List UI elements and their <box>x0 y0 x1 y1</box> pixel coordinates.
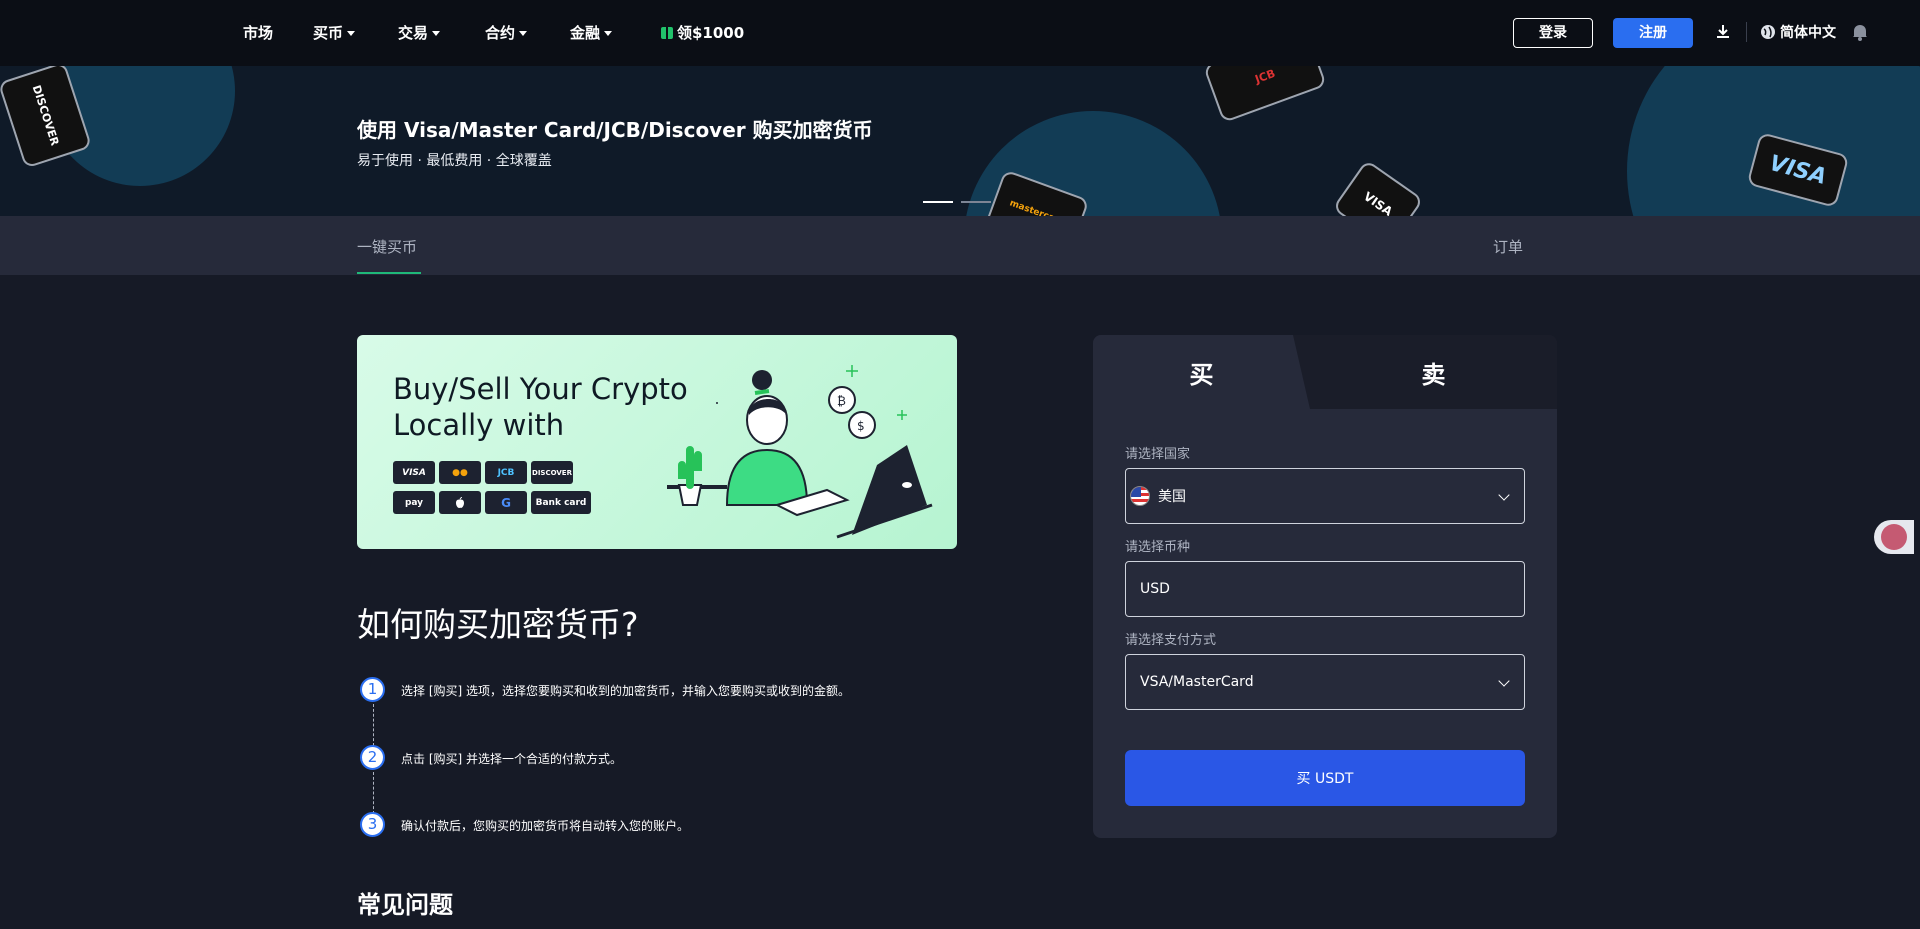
bank-card-logo: Bank card <box>531 491 591 514</box>
language-selector[interactable]: 简体中文 <box>1760 22 1836 42</box>
payment-method-select[interactable]: VSA/MasterCard <box>1125 654 1525 710</box>
person-laptop-illustration: ₿ $ <box>667 365 933 539</box>
step-number: 1 <box>360 677 385 702</box>
faq-title: 常见问题 <box>357 891 453 919</box>
hero-title: 使用 Visa/Master Card/JCB/Discover 购买加密货币 <box>357 118 873 142</box>
samsung-pay-logo: pay <box>393 491 435 514</box>
register-button[interactable]: 注册 <box>1613 18 1693 48</box>
login-button[interactable]: 登录 <box>1513 18 1593 48</box>
carousel-dots <box>923 201 991 203</box>
google-logo: G <box>485 491 527 514</box>
currency-input[interactable]: USD <box>1125 561 1525 617</box>
visa-logo: VISA <box>393 461 435 484</box>
bell-icon[interactable] <box>1851 22 1871 42</box>
page-tabs: 一键买币 订单 <box>0 216 1920 275</box>
promo-label: 领$1000 <box>677 24 745 42</box>
carousel-dot[interactable] <box>923 201 953 203</box>
tab-orders[interactable]: 订单 <box>1493 236 1523 257</box>
nav-item-promo[interactable]: 领$1000 <box>661 22 744 43</box>
nav-item-label: 市场 <box>243 24 274 42</box>
step-text: 确认付款后，您购买的加密货币将自动转入您的账户。 <box>401 819 690 833</box>
chevron-down-icon <box>1498 675 1510 687</box>
hero-subtitle: 易于使用 · 最低费用 · 全球覆盖 <box>357 153 552 169</box>
nav-item-label: 买币 <box>313 24 344 42</box>
nav-item-buy-crypto[interactable]: 买币 <box>313 22 356 43</box>
nav-item-finance[interactable]: 金融 <box>570 22 613 43</box>
apple-logo <box>439 491 481 514</box>
mastercard-logo: ●● <box>439 461 481 484</box>
country-value: 美国 <box>1158 489 1186 505</box>
currency-value: USD <box>1140 581 1170 597</box>
step-connector <box>373 772 374 814</box>
step-connector <box>373 704 374 746</box>
tab-sell-label: 卖 <box>1421 360 1446 389</box>
step-number: 2 <box>360 745 385 770</box>
banner-title-line: Locally with <box>393 408 565 442</box>
jcb-logo: JCB <box>485 461 527 484</box>
chevron-down-icon <box>1498 489 1510 501</box>
step-text: 点击 [购买] 并选择一个合适的付款方式。 <box>401 752 622 766</box>
country-label: 请选择国家 <box>1125 447 1191 462</box>
us-flag-icon <box>1130 486 1150 506</box>
language-label: 简体中文 <box>1780 25 1836 41</box>
carousel-dot[interactable] <box>961 201 991 203</box>
banner-title: Buy/Sell Your Crypto Locally with <box>393 371 688 443</box>
globe-icon <box>1761 25 1775 39</box>
banner-title-line: Buy/Sell Your Crypto <box>393 372 688 406</box>
step-text: 选择 [购买] 选项，选择您要购买和收到的加密货币，并输入您要购买或收到的金额。 <box>401 684 850 698</box>
nav-item-label: 合约 <box>485 24 516 42</box>
buy-usdt-button[interactable]: 买 USDT <box>1125 750 1525 806</box>
caret-down-icon <box>432 31 441 36</box>
tab-buy-label: 买 <box>1189 360 1214 389</box>
hero-banner: DISCOVER JCB mastercard VISA VISA 使用 Vis… <box>0 66 1920 216</box>
promo-banner: Buy/Sell Your Crypto Locally with VISA ●… <box>357 335 957 549</box>
svg-text:₿: ₿ <box>837 394 846 408</box>
nav-item-label: 交易 <box>398 24 429 42</box>
caret-down-icon <box>347 31 356 36</box>
payment-method-label: 请选择支付方式 <box>1125 633 1217 648</box>
tab-sell[interactable]: 卖 <box>1310 335 1557 409</box>
caret-down-icon <box>519 31 528 36</box>
discover-logo: DISCOVER <box>531 461 573 484</box>
translate-icon <box>1881 524 1907 550</box>
tab-buy[interactable]: 买 <box>1093 335 1310 409</box>
translate-button[interactable] <box>1874 520 1914 554</box>
caret-down-icon <box>604 31 613 36</box>
country-select[interactable]: 美国 <box>1125 468 1525 524</box>
nav-item-contracts[interactable]: 合约 <box>485 22 528 43</box>
visa-card-image: VISA <box>1332 159 1424 216</box>
tab-quick-buy[interactable]: 一键买币 <box>357 236 417 257</box>
howto-title: 如何购买加密货币? <box>357 605 639 644</box>
step-number: 3 <box>360 812 385 837</box>
nav-divider <box>1746 22 1747 42</box>
payment-method-value: VSA/MasterCard <box>1140 674 1254 690</box>
buy-sell-panel: 买 卖 请选择国家 美国 请选择币种 USD 请选择支付方式 VSA/Maste… <box>1093 335 1557 838</box>
currency-label: 请选择币种 <box>1125 540 1191 555</box>
nav-item-trade[interactable]: 交易 <box>398 22 441 43</box>
svg-text:$: $ <box>857 419 865 433</box>
nav-item-label: 金融 <box>570 24 601 42</box>
top-nav: 市场 买币 交易 合约 金融 领$1000 登录 注册 简体中文 <box>0 0 1920 66</box>
nav-item-market[interactable]: 市场 <box>243 22 273 43</box>
gift-icon <box>661 27 673 39</box>
tab-active-indicator <box>357 272 421 274</box>
download-icon[interactable] <box>1713 22 1733 42</box>
jcb-card-image: JCB <box>1203 66 1327 124</box>
